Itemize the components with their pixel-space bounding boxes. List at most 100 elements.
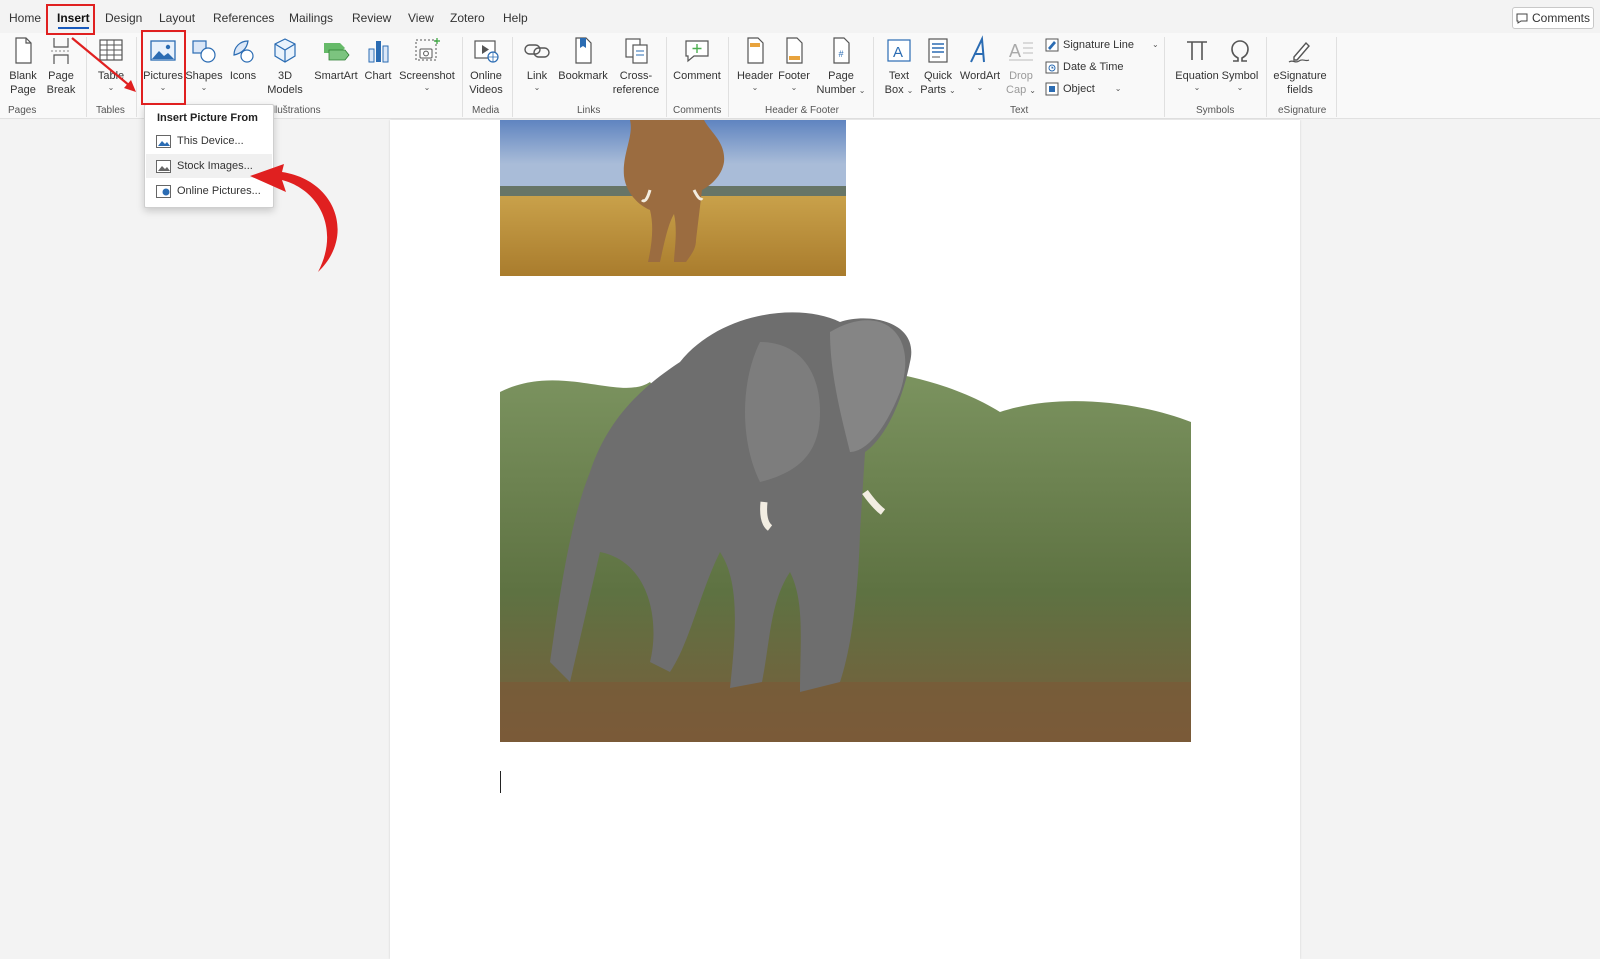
wordart-button[interactable]: WordArt ⌄ bbox=[958, 35, 1002, 93]
cross-reference-button[interactable]: Cross- reference bbox=[610, 35, 662, 97]
tab-home[interactable]: Home bbox=[9, 11, 41, 25]
ribbon-tab-bar: Home Insert Design Layout References Mai… bbox=[0, 0, 1600, 36]
symbol-label: Symbol bbox=[1221, 70, 1259, 82]
blank-page-button[interactable]: Blank Page bbox=[6, 35, 40, 97]
chevron-down-icon: ⌄ bbox=[1193, 83, 1201, 92]
icons-icon bbox=[228, 35, 258, 67]
icons-button[interactable]: Icons bbox=[226, 35, 260, 83]
chevron-down-icon: ⌄ bbox=[751, 83, 759, 92]
screenshot-button[interactable]: Screenshot ⌄ bbox=[399, 35, 455, 93]
smartart-button[interactable]: SmartArt bbox=[313, 35, 359, 83]
tab-insert[interactable]: Insert bbox=[57, 11, 90, 29]
chevron-down-icon: ⌄ bbox=[200, 83, 208, 92]
online-videos-icon bbox=[471, 35, 501, 67]
signature-line-icon bbox=[1045, 38, 1059, 52]
group-separator bbox=[86, 37, 87, 117]
menu-item-label: Stock Images... bbox=[177, 160, 253, 172]
pictures-button[interactable]: Pictures ⌄ bbox=[143, 35, 183, 93]
comment-bubble-icon bbox=[1516, 13, 1528, 24]
group-separator bbox=[1266, 37, 1267, 117]
signature-line-button[interactable]: Signature Line ⌄ bbox=[1045, 38, 1159, 52]
blank-page-label-1: Blank bbox=[9, 70, 37, 82]
equation-label: Equation bbox=[1175, 70, 1219, 82]
blank-page-label-2: Page bbox=[10, 84, 36, 96]
page-number-button[interactable]: # Page Number ⌄ bbox=[815, 35, 867, 97]
table-button[interactable]: Table ⌄ bbox=[93, 35, 129, 93]
comments-button[interactable]: Comments bbox=[1512, 7, 1594, 29]
object-label: Object bbox=[1063, 83, 1095, 95]
quick-parts-icon bbox=[923, 35, 953, 67]
footer-button[interactable]: Footer ⌄ bbox=[775, 35, 813, 93]
tab-zotero[interactable]: Zotero bbox=[450, 11, 485, 25]
object-button[interactable]: Object ⌄ bbox=[1045, 82, 1122, 96]
link-button[interactable]: Link ⌄ bbox=[520, 35, 554, 93]
tab-design[interactable]: Design bbox=[105, 11, 142, 25]
shapes-button[interactable]: Shapes ⌄ bbox=[185, 35, 223, 93]
chevron-down-icon: ⌄ bbox=[949, 86, 956, 95]
drop-cap-button[interactable]: A Drop Cap ⌄ bbox=[1003, 35, 1039, 97]
chevron-down-icon: ⌄ bbox=[976, 83, 984, 92]
online-videos-label-1: Online bbox=[470, 70, 502, 82]
svg-text:A: A bbox=[1009, 41, 1021, 61]
tab-view[interactable]: View bbox=[408, 11, 434, 25]
group-label-text: Text bbox=[1010, 105, 1029, 116]
comment-icon bbox=[682, 35, 712, 67]
object-icon bbox=[1045, 82, 1059, 96]
header-button[interactable]: Header ⌄ bbox=[735, 35, 775, 93]
page-break-button[interactable]: Page Break bbox=[44, 35, 78, 97]
drop-cap-label-2: Cap ⌄ bbox=[1006, 83, 1036, 97]
table-icon bbox=[96, 35, 126, 67]
group-label-tables: Tables bbox=[96, 105, 125, 116]
menu-item-online-pictures[interactable]: Online Pictures... bbox=[146, 179, 272, 203]
group-label-symbols: Symbols bbox=[1196, 105, 1235, 116]
menu-item-label: Online Pictures... bbox=[177, 185, 261, 197]
chart-button[interactable]: Chart bbox=[361, 35, 395, 83]
chevron-down-icon: ⌄ bbox=[906, 86, 914, 95]
tab-mailings[interactable]: Mailings bbox=[289, 11, 333, 25]
dropdown-title: Insert Picture From bbox=[157, 112, 258, 124]
document-page[interactable] bbox=[390, 120, 1300, 959]
footer-label: Footer bbox=[778, 70, 810, 82]
tab-review[interactable]: Review bbox=[352, 11, 391, 25]
tab-help[interactable]: Help bbox=[503, 11, 528, 25]
group-separator bbox=[1164, 37, 1165, 117]
screenshot-icon bbox=[412, 35, 442, 67]
menu-item-stock-images[interactable]: Stock Images... bbox=[146, 154, 272, 178]
bookmark-button[interactable]: Bookmark bbox=[558, 35, 608, 83]
pictures-icon bbox=[148, 35, 178, 67]
pictures-label: Pictures bbox=[143, 70, 183, 82]
group-separator bbox=[873, 37, 874, 117]
document-canvas[interactable] bbox=[0, 120, 1600, 959]
tab-references[interactable]: References bbox=[213, 11, 274, 25]
smartart-icon bbox=[321, 35, 351, 67]
text-box-button[interactable]: A Text Box ⌄ bbox=[880, 35, 918, 97]
3d-models-button[interactable]: 3D Models ⌄ bbox=[263, 35, 307, 111]
group-label-header-footer: Header & Footer bbox=[765, 105, 839, 116]
page-break-icon bbox=[46, 35, 76, 67]
online-videos-button[interactable]: Online Videos bbox=[467, 35, 505, 97]
screenshot-label: Screenshot bbox=[399, 70, 455, 82]
this-device-icon bbox=[156, 134, 171, 148]
quick-parts-label-2-text: Parts bbox=[920, 84, 946, 96]
menu-item-this-device[interactable]: This Device... bbox=[146, 129, 272, 153]
shapes-label: Shapes bbox=[185, 70, 223, 82]
tab-layout[interactable]: Layout bbox=[159, 11, 195, 25]
group-separator bbox=[462, 37, 463, 117]
elephant-savanna-image[interactable] bbox=[500, 120, 846, 276]
date-time-button[interactable]: Date & Time bbox=[1045, 60, 1124, 74]
chevron-down-icon: ⌄ bbox=[1029, 86, 1036, 95]
group-separator bbox=[136, 37, 137, 117]
equation-button[interactable]: Equation ⌄ bbox=[1173, 35, 1221, 93]
quick-parts-button[interactable]: Quick Parts ⌄ bbox=[918, 35, 958, 97]
elephant-grass-image[interactable] bbox=[500, 302, 1191, 742]
symbol-icon bbox=[1225, 35, 1255, 67]
group-label-illustrations: Illustrations bbox=[270, 105, 321, 116]
comment-button[interactable]: Comment bbox=[672, 35, 722, 83]
esignature-fields-button[interactable]: eSignature fields bbox=[1270, 35, 1330, 97]
page-number-label-2-text: Number bbox=[816, 84, 856, 96]
table-label: Table bbox=[97, 70, 125, 82]
symbol-button[interactable]: Symbol ⌄ bbox=[1220, 35, 1260, 93]
chevron-down-icon: ⌄ bbox=[533, 83, 541, 92]
chevron-down-icon: ⌄ bbox=[107, 83, 115, 92]
text-box-label-2-text: Box bbox=[884, 84, 904, 96]
